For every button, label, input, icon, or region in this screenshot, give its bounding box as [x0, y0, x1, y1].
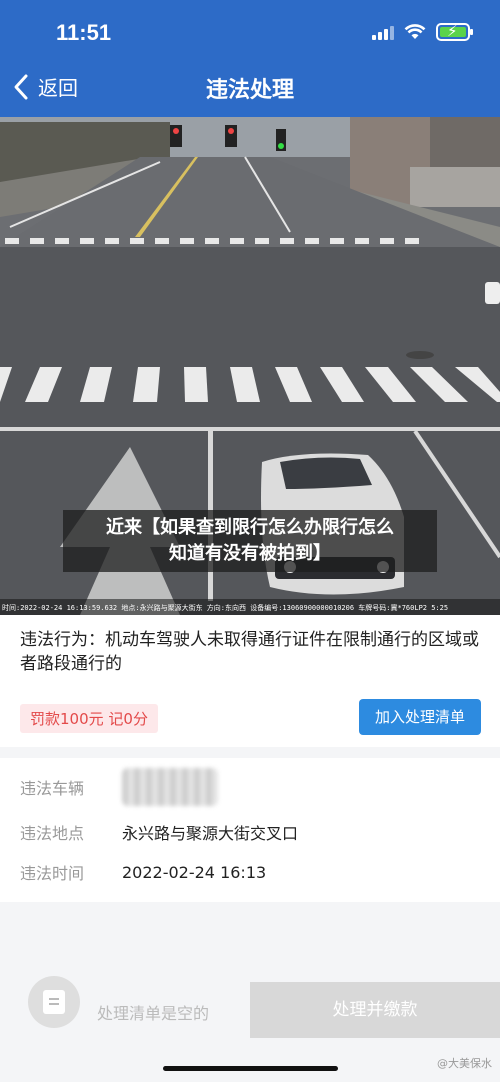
violation-card: 违法行为：机动车驾驶人未取得通行证件在限制通行的区域或者路段通行的 罚款100元… [0, 615, 500, 747]
vehicle-row: 违法车辆 [20, 768, 218, 806]
photo-info-strip: 时间:2022-02-24 16:13:59.632 地点:永兴路与聚源大街东 … [0, 599, 500, 615]
fine-badge: 罚款100元 记0分 [20, 704, 158, 733]
caption-line-1: 近来【如果查到限行怎么办限行怎么 [106, 517, 394, 538]
location-row: 违法地点 永兴路与聚源大街交叉口 [20, 817, 298, 847]
add-to-list-button[interactable]: 加入处理清单 [359, 699, 481, 735]
vehicle-plate-blurred [122, 768, 218, 806]
battery-icon: ⚡ [436, 22, 473, 41]
list-icon [43, 990, 65, 1014]
signal-icon [372, 24, 394, 40]
location-label: 违法地点 [20, 824, 85, 843]
empty-list-text: 处理清单是空的 [97, 1004, 210, 1023]
time-value: 2022-02-24 16:13 [122, 862, 267, 882]
page-title: 违法处理 [205, 78, 294, 103]
location-value: 永兴路与聚源大街交叉口 [122, 824, 299, 843]
wifi-icon [404, 24, 426, 39]
status-icons: ⚡ [372, 22, 473, 41]
vehicle-label: 违法车辆 [20, 779, 85, 798]
top-bar: 11:51 ⚡ 返回 违法处理 [0, 0, 500, 117]
caption-line-2: 知道有没有被拍到】 [169, 543, 331, 564]
watermark: @大美保水 [437, 1057, 492, 1070]
photo-caption: 近来【如果查到限行怎么办限行怎么 知道有没有被拍到】 [63, 510, 437, 572]
pay-button[interactable]: 处理并缴款 [250, 982, 500, 1038]
status-time: 11:51 [56, 20, 112, 45]
time-row: 违法时间 2022-02-24 16:13 [20, 857, 266, 887]
time-label: 违法时间 [20, 864, 85, 883]
home-indicator[interactable] [163, 1066, 338, 1071]
violation-photo[interactable]: 近来【如果查到限行怎么办限行怎么 知道有没有被拍到】 时间:2022-02-24… [0, 117, 500, 615]
violation-details: 违法车辆 违法地点 永兴路与聚源大街交叉口 违法时间 2022-02-24 16… [0, 758, 500, 902]
bottom-bar: 处理清单是空的 处理并缴款 [0, 976, 500, 1040]
list-button[interactable] [28, 976, 80, 1028]
violation-behavior: 违法行为：机动车驾驶人未取得通行证件在限制通行的区域或者路段通行的 [20, 630, 479, 674]
